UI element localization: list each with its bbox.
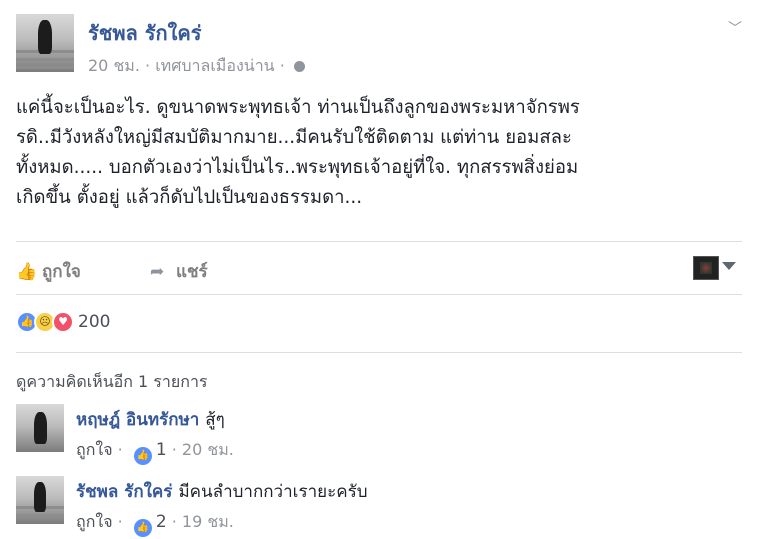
like-label: ถูกใจ bbox=[42, 262, 81, 282]
comments-section: 👍 ☹ ♥ 200 ดูความคิดเห็นอีก 1 รายการ หฤษฎ… bbox=[0, 294, 758, 539]
post-text-line: เกิดขึ้น ตั้งอยู่ แล้วก็ดับไปเป็นของธรรม… bbox=[16, 187, 363, 208]
chevron-down-icon[interactable]: ﹀ bbox=[728, 18, 742, 38]
post-text-line: ทั้งหมด..... บอกตัวเองว่าไม่เป็นไร..พระพ… bbox=[16, 157, 579, 178]
like-count-icon: 👍 bbox=[133, 447, 152, 465]
avatar-figure bbox=[38, 20, 52, 54]
comment-meta: ถูกใจ · 👍 2 · 19 ชม. bbox=[76, 510, 234, 537]
meta-separator: · bbox=[171, 512, 182, 531]
avatar-stair bbox=[16, 58, 74, 61]
comment-time[interactable]: 20 ชม. bbox=[182, 440, 234, 459]
meta-separator: · bbox=[171, 440, 182, 459]
comment-author-name[interactable]: หฤษฎ์ อินทรักษา bbox=[76, 410, 199, 430]
post-body: แค่นี้จะเป็นอะไร. ดูขนาดพระพุทธเจ้า ท่าน… bbox=[16, 93, 726, 213]
post-meta: 20 ชม. · เทศบาลเมืองน่าน · bbox=[88, 54, 305, 79]
avatar-stair bbox=[16, 514, 64, 517]
post-text-line: รดิ..มีวังหลังใหญ่มีสมบัติมากมาย...มีคนร… bbox=[16, 127, 572, 148]
divider bbox=[16, 294, 742, 295]
meta-separator: · bbox=[279, 56, 290, 75]
avatar-figure bbox=[34, 482, 46, 512]
post-text-line: แค่นี้จะเป็นอะไร. ดูขนาดพระพุทธเจ้า ท่าน… bbox=[16, 97, 580, 118]
meta-separator: · bbox=[117, 512, 128, 531]
post-location[interactable]: เทศบาลเมืองน่าน bbox=[155, 56, 274, 75]
caret-down-icon[interactable] bbox=[722, 262, 736, 270]
post-card: รัชพล รักใคร่ 20 ชม. · เทศบาลเมืองน่าน ·… bbox=[0, 0, 758, 294]
view-more-comments[interactable]: ดูความคิดเห็นอีก 1 รายการ bbox=[16, 370, 208, 395]
share-button[interactable]: ➦ แชร์ bbox=[150, 258, 208, 285]
comment-author-name[interactable]: รัชพล รักใคร่ bbox=[76, 482, 172, 502]
comment-like-count[interactable]: 1 bbox=[156, 440, 167, 460]
post-author-name[interactable]: รัชพล รักใคร่ bbox=[88, 17, 201, 49]
thumbs-up-icon: 👍 bbox=[16, 262, 38, 282]
share-label: แชร์ bbox=[176, 262, 208, 282]
avatar-figure bbox=[34, 412, 47, 444]
reaction-count[interactable]: 200 bbox=[78, 312, 110, 332]
like-button[interactable]: 👍 ถูกใจ bbox=[16, 258, 81, 285]
comment-like-link[interactable]: ถูกใจ bbox=[76, 440, 113, 459]
divider bbox=[16, 241, 742, 242]
comment-like-count[interactable]: 2 bbox=[156, 512, 167, 532]
comment-text: สู้ๆ bbox=[205, 410, 225, 430]
meta-separator: · bbox=[145, 56, 156, 75]
comment-author: รัชพล รักใคร่ มีคนลำบากกว่าเรายะครับ bbox=[76, 478, 368, 505]
comment-author: หฤษฎ์ อินทรักษา สู้ๆ bbox=[76, 406, 225, 433]
audience-thumbnail[interactable] bbox=[693, 256, 719, 280]
avatar-stair bbox=[16, 66, 74, 69]
comment-meta: ถูกใจ · 👍 1 · 20 ชม. bbox=[76, 438, 234, 465]
comment-text: มีคนลำบากกว่าเรายะครับ bbox=[178, 482, 368, 502]
meta-separator: · bbox=[117, 440, 128, 459]
love-reaction-icon: ♥ bbox=[52, 311, 74, 333]
comment-like-link[interactable]: ถูกใจ bbox=[76, 512, 113, 531]
commenter-avatar[interactable] bbox=[16, 404, 64, 452]
comment-time[interactable]: 19 ชม. bbox=[182, 512, 234, 531]
like-count-icon: 👍 bbox=[133, 519, 152, 537]
commenter-avatar[interactable] bbox=[16, 476, 64, 524]
share-arrow-icon: ➦ bbox=[150, 262, 165, 282]
post-time[interactable]: 20 ชม. bbox=[88, 56, 140, 75]
globe-icon bbox=[293, 61, 305, 72]
author-avatar[interactable] bbox=[16, 14, 74, 72]
divider bbox=[16, 352, 742, 353]
